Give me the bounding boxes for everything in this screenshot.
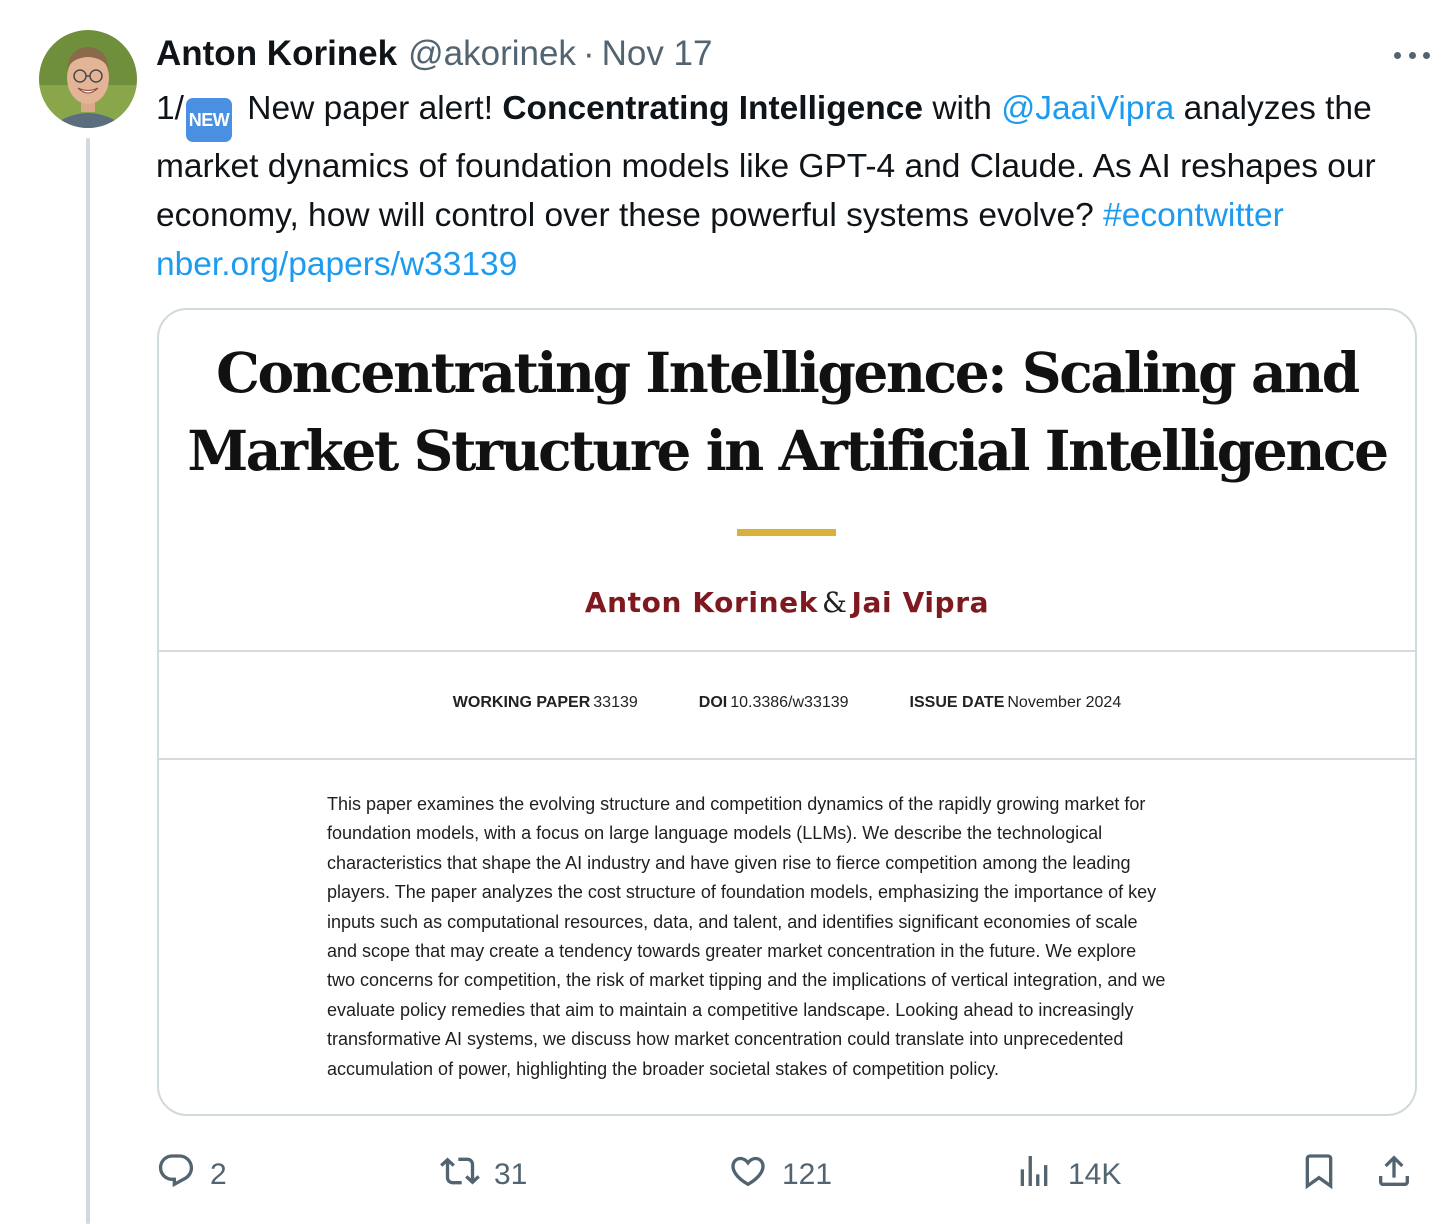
abstract-line: and scope that may create a tendency tow… xyxy=(327,941,1137,962)
bookmark-button[interactable] xyxy=(1299,1150,1339,1200)
tweet-prefix: 1/ xyxy=(156,90,184,127)
abstract-line: inputs such as computational resources, … xyxy=(327,911,1138,932)
abstract-line: characteristics that shape the AI indust… xyxy=(327,852,1131,873)
like-button[interactable]: 121 xyxy=(728,1150,832,1200)
issue-date-meta: ISSUE DATE November 2024 xyxy=(909,694,1122,711)
paper-title-line-1: Concentrating Intelligence: Scaling and xyxy=(216,340,1360,405)
more-icon[interactable] xyxy=(1390,40,1434,70)
views-button[interactable]: 14K xyxy=(1014,1150,1121,1200)
abstract-line: foundation models, with a focus on large… xyxy=(327,823,1103,844)
paper-author-1: Anton Korinek xyxy=(584,586,818,619)
separator-dot: · xyxy=(582,34,595,73)
abstract-line: accumulation of power, highlighting the … xyxy=(327,1058,1000,1079)
reply-icon xyxy=(156,1151,196,1199)
gold-divider xyxy=(737,529,836,536)
abstract-line: evaluate policy remedies that aim to mai… xyxy=(327,999,1134,1020)
repost-icon xyxy=(440,1151,480,1199)
mention-link[interactable]: @JaaiVipra xyxy=(1001,90,1174,127)
repost-count: 31 xyxy=(494,1158,528,1191)
share-button[interactable] xyxy=(1374,1150,1414,1200)
share-icon xyxy=(1374,1151,1414,1199)
url-link[interactable]: nber.org/papers/w33139 xyxy=(156,246,517,283)
views-icon xyxy=(1014,1151,1054,1199)
paper-meta: WORKING PAPER 33139 DOI 10.3386/w33139 ISS… xyxy=(159,694,1415,712)
like-count: 121 xyxy=(782,1158,833,1191)
paper-author-2: Jai Vipra xyxy=(851,586,990,619)
new-emoji-badge: NEW xyxy=(185,98,232,142)
tweet-bold-title: Concentrating Intelligence xyxy=(502,90,924,127)
divider-top xyxy=(159,650,1415,652)
paper-authors: Anton Korinek & Jai Vipra xyxy=(159,586,1415,619)
working-paper-meta: WORKING PAPER 33139 xyxy=(452,694,638,711)
like-icon xyxy=(728,1151,768,1199)
avatar[interactable] xyxy=(39,30,137,128)
author-handle[interactable]: @akorinek xyxy=(408,34,576,74)
tweet-date[interactable]: Nov 17 xyxy=(602,34,713,74)
author-ampersand: & xyxy=(821,586,848,619)
abstract-line: two concerns for competition, the risk o… xyxy=(327,970,1166,991)
views-count: 14K xyxy=(1068,1158,1122,1191)
reply-button[interactable]: 2 xyxy=(156,1150,227,1200)
tweet-text-part: with xyxy=(923,90,1002,127)
action-bar: 2 31 121 14K xyxy=(156,1150,1422,1200)
repost-button[interactable]: 31 xyxy=(440,1150,527,1200)
thread-line xyxy=(86,138,90,1224)
tweet-text: 1/NEW New paper alert! Concentrating Int… xyxy=(156,84,1426,289)
reply-count: 2 xyxy=(210,1158,227,1191)
abstract-line: This paper examines the evolving structu… xyxy=(327,794,1146,814)
media-card[interactable]: Concentrating Intelligence: Scaling and … xyxy=(157,308,1417,1116)
hashtag-link[interactable]: #econtwitter xyxy=(1103,197,1284,234)
abstract-line: transformative AI systems, we discuss ho… xyxy=(327,1029,1124,1050)
doi-meta: DOI 10.3386/w33139 xyxy=(698,694,849,711)
tweet-header: Anton Korinek @akorinek · Nov 17 xyxy=(156,30,713,78)
paper-title-line-2: Market Structure in Artificial Intellige… xyxy=(187,418,1389,483)
divider-bottom xyxy=(159,758,1415,760)
paper-abstract: This paper examines the evolving structu… xyxy=(327,790,1267,1084)
tweet-text-part: New paper alert! xyxy=(237,90,503,127)
bookmark-icon xyxy=(1299,1151,1339,1199)
paper-title: Concentrating Intelligence: Scaling and … xyxy=(159,334,1415,490)
abstract-line: players. The paper analyzes the cost str… xyxy=(327,882,1157,903)
author-name[interactable]: Anton Korinek xyxy=(156,34,397,74)
